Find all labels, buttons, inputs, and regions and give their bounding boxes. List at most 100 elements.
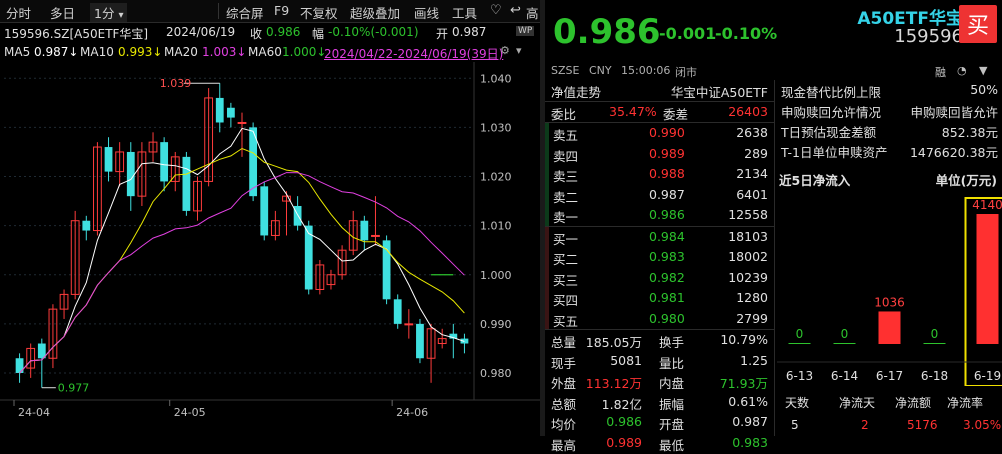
stat-value: 0.989 [606, 435, 642, 450]
flow-chart[interactable]: 06-1306-1410366-1706-1841406-19 [777, 186, 1002, 386]
stat-value: 10.79% [720, 332, 768, 347]
level-label: 买三 [553, 270, 578, 289]
flow-bar [789, 343, 811, 344]
level-price: 0.984 [649, 229, 685, 244]
ma10-line [20, 149, 465, 374]
y-tick-label: 1.010 [480, 220, 512, 233]
info-label: 申购赎回允许情况 [781, 102, 881, 121]
level-price: 0.990 [649, 125, 685, 140]
stat-value: 185.05万 [586, 332, 642, 351]
flow-bar-value: 0 [931, 327, 939, 341]
tab-multiday[interactable]: 多日 [50, 3, 75, 22]
market-status: 闭市 [675, 64, 697, 80]
period-selector[interactable]: 1分 ▾ [90, 3, 127, 22]
bid-levels: 买一 0.984 18103 买二 0.983 18002 买三 0.982 1… [545, 227, 774, 330]
stat-label: 最高 [551, 435, 576, 454]
bid-level-row[interactable]: 买一 0.984 18103 [545, 227, 774, 248]
level-volume: 2638 [736, 125, 768, 140]
level-volume: 2134 [736, 166, 768, 181]
f9-button[interactable]: F9 [274, 3, 289, 18]
period-label: 1分 [94, 6, 114, 21]
date-range[interactable]: 2024/04/22-2024/06/19(39日) [324, 45, 503, 62]
stat-label: 振幅 [659, 394, 684, 413]
ma5-value: 0.987↓ [34, 45, 78, 59]
info-value: 50% [970, 82, 998, 97]
no-adjust-button[interactable]: 不复权 [300, 3, 338, 22]
high-label: 高 [526, 3, 539, 22]
min-price-label: 0.977 [58, 382, 90, 395]
margin-icon[interactable]: 融 [935, 64, 946, 80]
gear-icon[interactable]: ⚙ [500, 44, 510, 57]
level-price: 0.989 [649, 146, 685, 161]
ask-level-row[interactable]: 卖三 0.988 2134 [545, 164, 774, 185]
flow-table-value: 3.05% [963, 418, 1001, 432]
ma10-label: MA10 [80, 45, 114, 59]
heart-icon[interactable]: ♡ [490, 3, 502, 18]
bid-level-row[interactable]: 买三 0.982 10239 [545, 268, 774, 289]
bid-level-row[interactable]: 买四 0.981 1280 [545, 288, 774, 309]
flow-table: 天数净流天净流额净流率5251763.05% [777, 392, 1002, 436]
back-icon[interactable]: ↩ [510, 3, 521, 18]
info-row: 申购赎回允许情况 申购赎回皆允许 [777, 100, 1002, 120]
dropdown-icon[interactable]: ▾ [516, 44, 522, 57]
bid-level-row[interactable]: 买二 0.983 18002 [545, 247, 774, 268]
stat-label: 换手 [659, 332, 684, 351]
flow-table-value: 2 [861, 418, 869, 432]
etf-info: 现金替代比例上限 50%申购赎回允许情况 申购赎回皆允许T日预估现金差额 852… [777, 80, 1002, 160]
weicha-value: 26403 [728, 104, 768, 119]
stat-label: 量比 [659, 353, 684, 372]
level-price: 0.987 [649, 187, 685, 202]
y-tick-label: 1.030 [480, 121, 512, 134]
ask-level-row[interactable]: 卖四 0.989 289 [545, 144, 774, 165]
candle-body [182, 157, 190, 211]
info-row: T日预估现金差额 852.38元 [777, 120, 1002, 140]
ask-levels: 卖五 0.990 2638 卖四 0.989 289 卖三 0.988 2134… [545, 123, 774, 226]
candle-body [394, 299, 402, 324]
level-marker [545, 123, 549, 144]
buy-button[interactable]: 买 [959, 5, 997, 43]
wp-badge[interactable]: WP [516, 26, 534, 36]
tools-button[interactable]: 工具 [452, 3, 477, 22]
ask-level-row[interactable]: 卖五 0.990 2638 [545, 123, 774, 144]
fullscreen-button[interactable]: 综合屏 [226, 3, 264, 22]
level-label: 卖五 [553, 125, 578, 144]
candle-body [405, 324, 413, 325]
info-row: T-1日单位申赎资产 1476620.38元 [777, 140, 1002, 160]
collapse-icon[interactable]: ▼ [979, 64, 987, 77]
y-tick-label: 1.040 [480, 72, 512, 85]
ma20-label: MA20 [164, 45, 198, 59]
stat-row: 外盘 113.12万 内盘 71.93万 [545, 371, 774, 392]
chart-mode-icon[interactable]: ◔ [957, 64, 967, 77]
ask-level-row[interactable]: 卖二 0.987 6401 [545, 185, 774, 206]
flow-bar-value: 4140 [972, 198, 1002, 212]
level-marker [545, 227, 549, 248]
candlestick-svg[interactable]: 1.0401.0301.0201.0101.0000.9900.9801.039… [0, 62, 540, 436]
flow-bar [977, 214, 999, 344]
stat-label: 最低 [659, 435, 684, 454]
level-label: 买五 [553, 311, 578, 330]
level-volume: 2799 [736, 311, 768, 326]
market-time: 15:00:06 [621, 64, 670, 77]
stat-value: 71.93万 [720, 373, 768, 392]
candlestick-chart[interactable]: 1.0401.0301.0201.0101.0000.9900.9801.039… [0, 62, 540, 436]
overlay-button[interactable]: 超级叠加 [350, 3, 400, 22]
ma60-label: MA60 [248, 45, 282, 59]
x-tick-label: 24-05 [174, 406, 206, 419]
candle-body [216, 98, 224, 123]
flow-bar [834, 343, 856, 344]
draw-button[interactable]: 画线 [414, 3, 439, 22]
stat-label: 开盘 [659, 414, 684, 433]
level-volume: 18002 [728, 249, 768, 264]
info-label: T-1日单位申赎资产 [781, 142, 887, 161]
flow-table-header: 净流额 [895, 394, 931, 411]
ask-level-row[interactable]: 卖一 0.986 12558 [545, 205, 774, 226]
stat-value: 0.61% [728, 394, 768, 409]
bid-level-row[interactable]: 买五 0.980 2799 [545, 309, 774, 330]
tab-minute[interactable]: 分时 [6, 3, 31, 22]
currency-label: CNY [589, 64, 612, 77]
open-value: 0.987 [452, 25, 486, 39]
x-tick-label: 24-06 [396, 406, 428, 419]
level-volume: 6401 [736, 187, 768, 202]
nav-row[interactable]: 净值走势 华宝中证A50ETF [545, 80, 774, 101]
level-marker [545, 144, 549, 165]
